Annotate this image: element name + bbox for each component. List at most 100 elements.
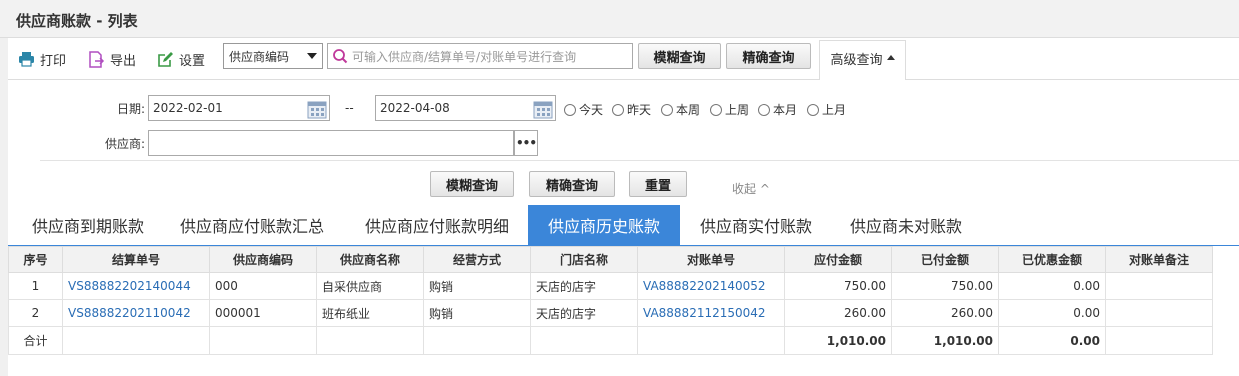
table-row[interactable]: 2 VS88882202110042 000001 班布纸业 购销 天店的店字 …	[8, 299, 1213, 327]
range-label: 上周	[725, 103, 750, 117]
tab-payables-summary[interactable]: 供应商应付账款汇总	[168, 205, 336, 245]
page-title: 供应商账款 - 列表	[16, 12, 138, 30]
title-bar: 供应商账款 - 列表	[0, 0, 1239, 38]
col-header[interactable]: 供应商编码	[209, 246, 317, 273]
calendar-icon[interactable]	[533, 99, 553, 119]
cell-supplier-name: 自采供应商	[316, 272, 424, 300]
cell-supplier-code: 000001	[209, 299, 317, 327]
tab-payables-detail[interactable]: 供应商应付账款明细	[352, 205, 522, 245]
total-label: 合计	[8, 326, 63, 355]
cell-paid: 750.00	[891, 272, 999, 300]
cell-remark	[1105, 299, 1213, 327]
cell-payable: 750.00	[784, 272, 892, 300]
print-button[interactable]: 打印	[18, 50, 66, 69]
collapse-toggle[interactable]: 收起 ^	[732, 180, 770, 197]
range-last-month-radio[interactable]: 上月	[807, 101, 846, 118]
printer-icon	[19, 52, 34, 67]
col-header[interactable]: 应付金额	[784, 246, 892, 273]
col-header[interactable]: 供应商名称	[316, 246, 424, 273]
range-label: 本周	[676, 103, 701, 117]
range-label: 今天	[579, 103, 604, 117]
date-from-value: 2022-02-01	[153, 101, 223, 115]
range-today-radio[interactable]: 今天	[564, 101, 603, 118]
range-label: 本月	[773, 103, 798, 117]
total-cell	[637, 326, 785, 355]
settlement-no-link[interactable]: VS88882202110042	[62, 299, 210, 327]
col-header[interactable]: 已优惠金额	[998, 246, 1106, 273]
date-range-separator: --	[345, 101, 354, 115]
cell-discount: 0.00	[998, 299, 1106, 327]
range-this-week-radio[interactable]: 本周	[661, 101, 700, 118]
radio-circle	[661, 103, 673, 116]
table-row[interactable]: 1 VS88882202140044 000 自采供应商 购销 天店的店字 VA…	[8, 272, 1213, 300]
cell-index: 2	[8, 299, 63, 327]
edit-settings-icon	[158, 51, 173, 67]
search-input[interactable]: 可输入供应商/结算单号/对账单号进行查询	[327, 43, 633, 69]
cell-discount: 0.00	[998, 272, 1106, 300]
col-header[interactable]: 序号	[8, 246, 63, 273]
range-label: 上月	[822, 103, 847, 117]
cell-store-name: 天店的店字	[530, 272, 638, 300]
tab-unreconciled[interactable]: 供应商未对账款	[836, 205, 976, 245]
calendar-icon[interactable]	[307, 99, 327, 119]
range-yesterday-radio[interactable]: 昨天	[612, 101, 651, 118]
date-to-value: 2022-04-08	[380, 101, 450, 115]
advanced-query-tab[interactable]: 高级查询	[819, 40, 906, 80]
total-cell	[423, 326, 531, 355]
range-this-month-radio[interactable]: 本月	[758, 101, 797, 118]
total-cell	[62, 326, 210, 355]
filter-fuzzy-query-button[interactable]: 模糊查询	[430, 171, 514, 197]
tab-actual-payments[interactable]: 供应商实付账款	[686, 205, 826, 245]
search-field-select-value: 供应商编码	[229, 49, 290, 64]
statement-no-link[interactable]: VA88882112150042	[637, 299, 785, 327]
radio-circle	[807, 103, 819, 116]
col-header[interactable]: 门店名称	[530, 246, 638, 273]
supplier-input[interactable]	[148, 130, 514, 156]
advanced-query-label: 高级查询	[830, 53, 883, 68]
total-cell	[316, 326, 424, 355]
cell-supplier-name: 班布纸业	[316, 299, 424, 327]
total-cell	[530, 326, 638, 355]
toolbar-divider	[8, 79, 1239, 80]
tab-due-payables[interactable]: 供应商到期账款	[8, 205, 168, 245]
settings-button[interactable]: 设置	[157, 50, 206, 69]
filter-divider	[40, 160, 1239, 161]
radio-circle	[758, 103, 770, 116]
export-button[interactable]: 导出	[88, 50, 137, 69]
history-payables-table: 序号 结算单号 供应商编码 供应商名称 经营方式 门店名称 对账单号 应付金额 …	[8, 246, 1213, 355]
range-last-week-radio[interactable]: 上周	[710, 101, 749, 118]
cell-business-mode: 购销	[423, 272, 531, 300]
exact-query-button[interactable]: 精确查询	[726, 43, 811, 69]
radio-circle	[612, 103, 624, 116]
total-payable: 1,010.00	[784, 326, 892, 355]
supplier-picker-button[interactable]: •••	[514, 130, 538, 156]
date-to-input[interactable]: 2022-04-08	[375, 95, 556, 121]
col-header[interactable]: 已付金额	[891, 246, 999, 273]
export-label: 导出	[110, 53, 137, 69]
settlement-no-link[interactable]: VS88882202140044	[62, 272, 210, 300]
search-field-select[interactable]: 供应商编码	[223, 43, 323, 69]
total-discount: 0.00	[998, 326, 1106, 355]
filter-exact-query-button[interactable]: 精确查询	[529, 171, 615, 197]
search-placeholder: 可输入供应商/结算单号/对账单号进行查询	[352, 49, 577, 64]
col-header[interactable]: 对账单号	[637, 246, 785, 273]
fuzzy-query-button[interactable]: 模糊查询	[638, 43, 721, 69]
cell-index: 1	[8, 272, 63, 300]
chevron-down-icon	[307, 53, 317, 59]
range-label: 昨天	[627, 103, 652, 117]
export-icon	[89, 50, 105, 68]
col-header[interactable]: 经营方式	[423, 246, 531, 273]
cell-remark	[1105, 272, 1213, 300]
date-from-input[interactable]: 2022-02-01	[148, 95, 330, 121]
date-label: 日期:	[116, 102, 145, 116]
supplier-label: 供应商:	[104, 137, 145, 151]
radio-circle	[564, 103, 576, 116]
statement-no-link[interactable]: VA88882202140052	[637, 272, 785, 300]
total-paid: 1,010.00	[891, 326, 999, 355]
reset-button[interactable]: 重置	[629, 171, 687, 197]
total-cell	[1105, 326, 1213, 355]
tab-history-payables[interactable]: 供应商历史账款	[528, 205, 680, 245]
settings-label: 设置	[179, 53, 206, 69]
col-header[interactable]: 结算单号	[62, 246, 210, 273]
col-header[interactable]: 对账单备注	[1105, 246, 1213, 273]
